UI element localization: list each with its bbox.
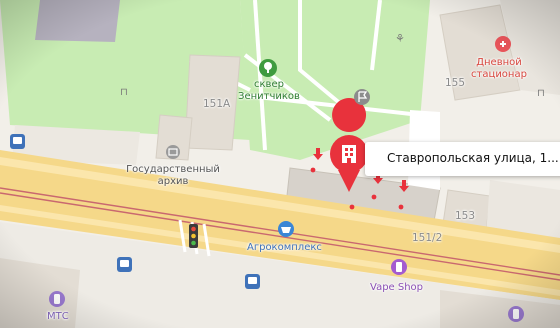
map-view[interactable]: ⚘ ⊓ ⊓ сквер Зенитчиков 151А Государствен… (0, 0, 560, 328)
building-151a-label: 151А (203, 98, 231, 110)
mts-label[interactable]: МТС (47, 311, 69, 322)
archive-label-line1: Государственный (126, 164, 220, 175)
selected-place-callout[interactable]: Ставропольская улица, 1... (365, 142, 560, 176)
building-151-2-label: 151/2 (412, 232, 443, 244)
selected-place-label: Ставропольская улица, 1... (387, 151, 559, 165)
building-153-label: 153 (455, 210, 476, 222)
building-155-label: 155 (445, 77, 466, 89)
archive-label[interactable]: Государственный архив (126, 164, 220, 188)
archive-label-line2: архив (157, 176, 189, 187)
hospital-label-line1: Дневной (476, 57, 522, 68)
park-label[interactable]: сквер Зенитчиков (238, 79, 300, 103)
hospital-label-line2: стационар (471, 69, 527, 80)
agrocomplex-label[interactable]: Агрокомплекс (247, 242, 322, 253)
vape-shop-label[interactable]: Vape Shop (370, 282, 423, 293)
hospital-label[interactable]: Дневной стационар (471, 57, 527, 81)
park-label-line2: Зенитчиков (238, 91, 300, 102)
park-label-line1: сквер (254, 79, 284, 90)
